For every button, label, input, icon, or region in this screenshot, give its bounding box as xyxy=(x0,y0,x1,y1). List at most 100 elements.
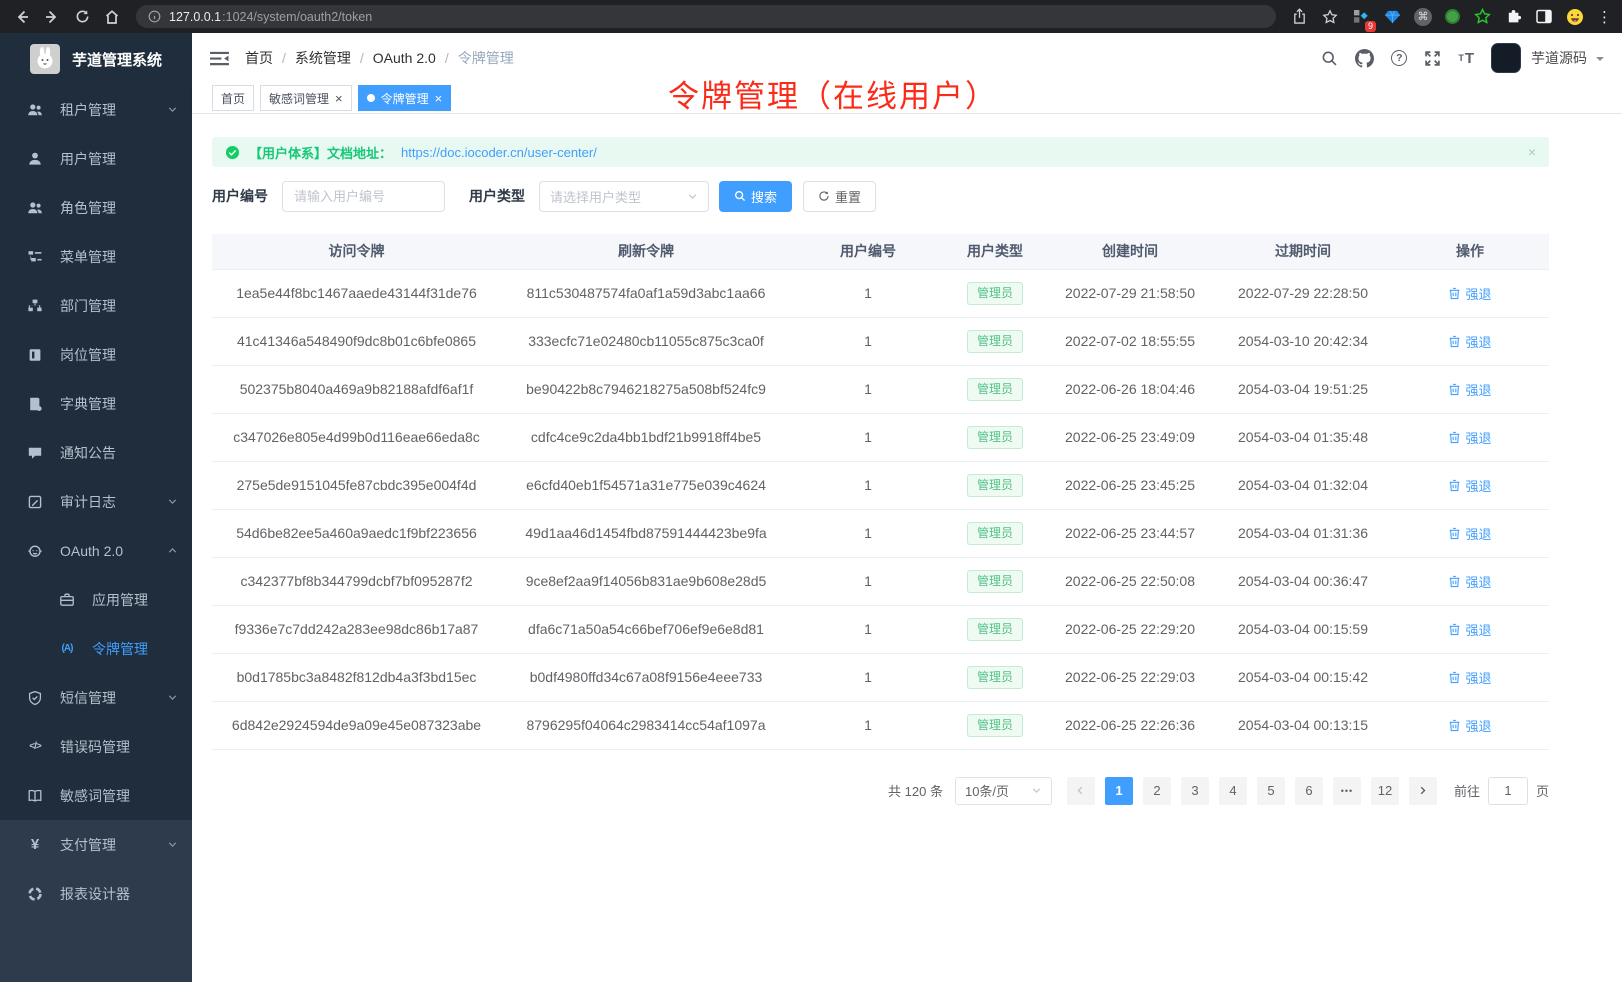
tab-token-management[interactable]: 令牌管理 xyxy=(358,85,452,111)
success-check-icon xyxy=(225,145,240,160)
prev-page-button[interactable] xyxy=(1067,777,1095,805)
column-header-user-id: 用户编号 xyxy=(791,234,945,269)
sidebar-item-oauth[interactable]: OAuth 2.0 xyxy=(0,526,192,575)
help-icon[interactable] xyxy=(1391,50,1407,66)
sidebar-item-user[interactable]: 用户管理 xyxy=(0,134,192,183)
revoke-button[interactable]: 强退 xyxy=(1448,716,1491,735)
revoke-button[interactable]: 强退 xyxy=(1448,620,1491,639)
page-button-5[interactable]: 5 xyxy=(1257,777,1285,805)
url-bar[interactable]: 127.0.0.1:1024/system/oauth2/token xyxy=(136,5,1276,28)
table-row: b0d1785bc3a8482f812db4a3f3bd15ec b0df498… xyxy=(212,653,1549,701)
back-icon[interactable] xyxy=(10,5,34,29)
fullscreen-icon[interactable] xyxy=(1424,50,1441,67)
column-header-created: 创建时间 xyxy=(1045,234,1215,269)
sidebar-item-pay[interactable]: ¥ 支付管理 xyxy=(0,820,192,869)
refresh-token: cdfc4ce9c2da4bb1bdf21b9918ff4be5 xyxy=(531,429,761,445)
green-dot-extension-icon[interactable] xyxy=(1445,9,1460,24)
font-size-icon[interactable] xyxy=(1458,50,1474,67)
tab-home[interactable]: 首页 xyxy=(212,85,254,111)
breadcrumb-item-system[interactable]: 系统管理 xyxy=(295,48,351,68)
page-button-2[interactable]: 2 xyxy=(1143,777,1171,805)
collapse-sidebar-icon[interactable] xyxy=(210,50,229,67)
tab-sensitive-word[interactable]: 敏感词管理 xyxy=(260,85,352,111)
revoke-button[interactable]: 强退 xyxy=(1448,668,1491,687)
page-button-last[interactable]: 12 xyxy=(1371,777,1399,805)
revoke-button[interactable]: 强退 xyxy=(1448,380,1491,399)
more-pages-button[interactable]: ••• xyxy=(1333,777,1361,805)
org-chart-icon xyxy=(26,297,44,315)
refresh-token: 811c530487574fa0af1a59d3abc1aa66 xyxy=(527,285,766,301)
breadcrumb-item-home[interactable]: 首页 xyxy=(245,48,273,68)
close-icon[interactable] xyxy=(1528,144,1536,160)
trash-icon xyxy=(1448,431,1461,444)
page-button-6[interactable]: 6 xyxy=(1295,777,1323,805)
search-icon[interactable] xyxy=(1321,50,1338,67)
forward-icon[interactable] xyxy=(40,5,64,29)
sidebar-item-dict[interactable]: 字典管理 xyxy=(0,379,192,428)
page-button-3[interactable]: 3 xyxy=(1181,777,1209,805)
sidebar-item-post[interactable]: 岗位管理 xyxy=(0,330,192,379)
user-id-input[interactable] xyxy=(282,181,445,212)
home-icon[interactable] xyxy=(100,5,124,29)
app-frame: 芋道管理系统 租户管理 用户管理 角色管理 菜单管理 xyxy=(0,33,1622,982)
breadcrumb-item-oauth[interactable]: OAuth 2.0 xyxy=(373,50,436,66)
revoke-button[interactable]: 强退 xyxy=(1448,572,1491,591)
access-token: c342377bf8b344799dcbf7bf095287f2 xyxy=(241,573,473,589)
browser-menu-icon[interactable] xyxy=(1597,8,1612,26)
green-star-extension-icon[interactable] xyxy=(1473,8,1491,26)
sidebar-item-dept[interactable]: 部门管理 xyxy=(0,281,192,330)
user-type-badge: 管理员 xyxy=(967,666,1023,689)
sidebar-item-label: 令牌管理 xyxy=(92,639,178,659)
username[interactable]: 芋道源码 xyxy=(1531,48,1587,68)
sidebar-item-app-management[interactable]: 应用管理 xyxy=(0,575,192,624)
sidebar-item-tenant[interactable]: 租户管理 xyxy=(0,85,192,134)
sidebar-item-label: 报表设计器 xyxy=(60,884,178,904)
sidebar-item-sensitiveword[interactable]: 敏感词管理 xyxy=(0,771,192,820)
doc-link[interactable]: https://doc.iocoder.cn/user-center/ xyxy=(401,145,597,160)
revoke-button[interactable]: 强退 xyxy=(1448,332,1491,351)
alert-banner: 【用户体系】文档地址： https://doc.iocoder.cn/user-… xyxy=(212,137,1549,167)
sidebar-item-label: OAuth 2.0 xyxy=(60,543,151,559)
sidebar-item-errorcode[interactable]: </> 错误码管理 xyxy=(0,722,192,771)
table-row: f9336e7c7dd242a283ee98dc86b17a87 dfa6c71… xyxy=(212,605,1549,653)
command-extension-icon[interactable] xyxy=(1414,8,1432,26)
bookmark-star-icon[interactable] xyxy=(1321,8,1339,26)
reset-button[interactable]: 重置 xyxy=(803,181,876,212)
extension-blocks-icon[interactable]: 9 xyxy=(1352,8,1370,26)
search-button[interactable]: 搜索 xyxy=(719,181,792,212)
goto-page-input[interactable] xyxy=(1488,777,1528,805)
github-icon[interactable] xyxy=(1355,49,1374,68)
app-logo-row[interactable]: 芋道管理系统 xyxy=(0,33,192,85)
page-button-1[interactable]: 1 xyxy=(1105,777,1133,805)
sidebar-toggle-icon[interactable] xyxy=(1535,8,1553,26)
close-icon[interactable] xyxy=(335,92,343,105)
sidebar-item-menu[interactable]: 菜单管理 xyxy=(0,232,192,281)
revoke-button[interactable]: 强退 xyxy=(1448,524,1491,543)
user-avatar[interactable] xyxy=(1491,43,1521,73)
user-type-select[interactable]: 请选择用户类型 xyxy=(539,181,709,212)
sidebar-item-notice[interactable]: 通知公告 xyxy=(0,428,192,477)
access-token: 41c41346a548490f9dc8b01c6bfe0865 xyxy=(237,333,476,349)
sidebar-item-sms[interactable]: 短信管理 xyxy=(0,673,192,722)
share-icon[interactable] xyxy=(1290,8,1308,26)
access-token: f9336e7c7dd242a283ee98dc86b17a87 xyxy=(235,621,479,637)
page-button-4[interactable]: 4 xyxy=(1219,777,1247,805)
revoke-button[interactable]: 强退 xyxy=(1448,476,1491,495)
user-menu-caret-icon[interactable] xyxy=(1596,57,1604,65)
sidebar-item-report-designer[interactable]: 报表设计器 xyxy=(0,869,192,918)
revoke-button[interactable]: 强退 xyxy=(1448,284,1491,303)
page-size-select[interactable]: 10条/页 xyxy=(955,777,1052,805)
sidebar-item-auditlog[interactable]: 审计日志 xyxy=(0,477,192,526)
close-icon[interactable] xyxy=(435,92,443,105)
revoke-button[interactable]: 强退 xyxy=(1448,428,1491,447)
gem-extension-icon[interactable] xyxy=(1383,8,1401,26)
sidebar-item-label: 岗位管理 xyxy=(60,345,178,365)
reload-icon[interactable] xyxy=(70,5,94,29)
site-info-icon[interactable] xyxy=(148,10,161,23)
table-row: 1ea5e44f8bc1467aaede43144f31de76 811c530… xyxy=(212,269,1549,317)
next-page-button[interactable] xyxy=(1409,777,1437,805)
sidebar-item-token-management[interactable]: (A) 令牌管理 xyxy=(0,624,192,673)
puzzle-extension-icon[interactable] xyxy=(1504,8,1522,26)
sidebar-item-role[interactable]: 角色管理 xyxy=(0,183,192,232)
profile-avatar-icon[interactable] xyxy=(1566,8,1584,26)
